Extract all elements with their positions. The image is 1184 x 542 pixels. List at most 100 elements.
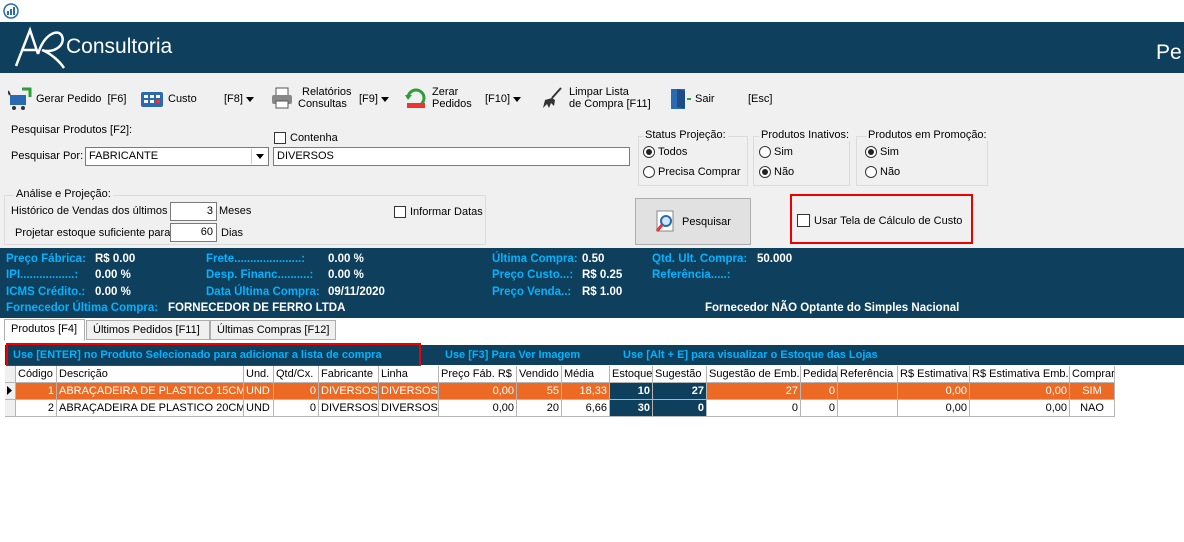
column-header-descricao[interactable]: Descrição [57,366,244,383]
column-header-und[interactable]: Und. [244,366,274,383]
logo-text: Consultoria [66,35,173,58]
status-todos-radio[interactable]: Todos [643,146,687,158]
promocao-nao-radio[interactable]: Não [865,166,900,178]
cell-qtd-cx[interactable]: 0 [274,400,319,417]
table-row[interactable]: 2 ABRAÇADEIRA DE PLASTICO 20CM UND 0 DIVERSO… [5,400,1115,417]
column-header-estoque[interactable]: Estoque [610,366,653,383]
inativos-sim-radio[interactable]: Sim [759,146,793,158]
column-header-qtd-cx[interactable]: Qtd/Cx. [274,366,319,383]
cell-linha[interactable]: DIVERSOS [379,400,439,417]
column-header-vendido[interactable]: Vendido [517,366,562,383]
preco-custo-value: R$ 0.25 [582,269,623,281]
cell-preco-fab[interactable]: 0,00 [439,400,517,417]
cell-codigo[interactable]: 2 [16,400,57,417]
projetar-input[interactable]: 60 [170,223,217,242]
promocao-sim-radio[interactable]: Sim [865,146,899,158]
app-banner: Consultoria Pe [0,22,1184,73]
column-header-estimativa-emb[interactable]: R$ Estimativa Emb. [970,366,1070,383]
cell-sugestao[interactable]: 0 [653,400,707,417]
relatorios-button[interactable]: Relatórios Consultas [270,86,352,110]
custo-button[interactable]: Custo [140,87,197,111]
ipi-value: 0.00 % [95,269,131,281]
cell-vendido[interactable]: 55 [517,383,562,400]
cell-pedida[interactable]: 0 [801,400,838,417]
highlight-hint-outline [6,343,421,367]
gerar-pedido-button[interactable]: Gerar Pedido [F6] [8,87,126,111]
zerar-pedidos-button[interactable]: Zerar Pedidos [404,86,472,110]
inativos-group [753,136,850,186]
column-header-sugestao-emb[interactable]: Sugestão de Emb. [707,366,801,383]
usar-tela-calculo-checkbox[interactable]: Usar Tela de Cálculo de Custo [797,214,962,227]
cell-comprar[interactable]: SIM [1070,383,1115,400]
column-header-codigo[interactable]: Código [16,366,57,383]
column-header-media[interactable]: Média [562,366,610,383]
cell-descricao[interactable]: ABRAÇADEIRA DE PLASTICO 15CM [57,383,244,400]
pesquisar-por-dropdown-button[interactable] [251,149,267,164]
column-header-pedida[interactable]: Pedida [801,366,838,383]
cell-referencia[interactable] [838,383,898,400]
fornecedor-value: FORNECEDOR DE FERRO LTDA [168,302,346,314]
pesquisar-por-select[interactable]: FABRICANTE [85,147,269,166]
column-header-preco-fab[interactable]: Preço Fáb. R$ [439,366,517,383]
tab-ultimas-compras[interactable]: Últimas Compras [F12] [210,320,336,340]
limpar-lista-button[interactable]: Limpar Lista de Compra [F11] [541,86,651,110]
cell-vendido[interactable]: 20 [517,400,562,417]
table-row[interactable]: 1 ABRAÇADEIRA DE PLASTICO 15CM UND 0 DIVERSO… [5,383,1115,400]
inativos-nao-radio[interactable]: Não [759,166,794,178]
column-header-referencia[interactable]: Referência [838,366,898,383]
cell-linha[interactable]: DIVERSOS [379,383,439,400]
cell-descricao[interactable]: ABRAÇADEIRA DE PLASTICO 20CM [57,400,244,417]
cell-media[interactable]: 6,66 [562,400,610,417]
informar-datas-checkbox-box[interactable] [394,206,406,218]
cell-preco-fab[interactable]: 0,00 [439,383,517,400]
qtd-ult-compra-value: 50.000 [757,253,793,265]
tab-ultimos-pedidos[interactable]: Últimos Pedidos [F11] [86,320,210,340]
cell-pedida[interactable]: 0 [801,383,838,400]
cell-media[interactable]: 18,33 [562,383,610,400]
column-header-comprar[interactable]: Comprar [1070,366,1115,383]
contenha-checkbox[interactable]: Contenha [274,132,338,144]
preco-custo-label: Preço Custo...: [492,269,574,281]
cell-estimativa-emb[interactable]: 0,00 [970,383,1070,400]
cell-sugestao-emb[interactable]: 27 [707,383,801,400]
tab-produtos[interactable]: Produtos [F4] [4,319,85,341]
usar-tela-checkbox-box[interactable] [797,214,810,227]
desp-value: 0.00 % [328,269,364,281]
cell-estimativa-emb[interactable]: 0,00 [970,400,1070,417]
cell-estoque[interactable]: 30 [610,400,653,417]
cell-und[interactable]: UND [244,400,274,417]
custo-dropdown[interactable]: [F8] [224,93,254,105]
limpar-label-group: Limpar Lista de Compra [F11] [569,86,651,110]
column-header-estimativa[interactable]: R$ Estimativa [898,366,970,383]
informar-datas-checkbox[interactable]: Informar Datas [394,206,483,218]
cell-estimativa[interactable]: 0,00 [898,400,970,417]
cell-comprar[interactable]: NAO [1070,400,1115,417]
cell-referencia[interactable] [838,400,898,417]
contenha-checkbox-box[interactable] [274,132,286,144]
relatorios-label-line2: Consultas [298,98,347,110]
cell-codigo[interactable]: 1 [16,383,57,400]
column-header-sugestao[interactable]: Sugestão [653,366,707,383]
search-text-input[interactable]: DIVERSOS [273,147,630,166]
cell-fabricante[interactable]: DIVERSOS [319,400,379,417]
cell-sugestao[interactable]: 27 [653,383,707,400]
pesquisar-button[interactable]: Pesquisar [635,198,751,245]
status-precisa-comprar-label: Precisa Comprar [658,166,741,178]
promocao-nao-label: Não [880,166,901,178]
banner-title-fragment: Pe [1156,41,1182,64]
relatorios-dropdown[interactable]: [F9] [359,93,389,105]
column-header-fabricante[interactable]: Fabricante [319,366,379,383]
projetar-unit: Dias [221,227,244,239]
cell-sugestao-emb[interactable]: 0 [707,400,801,417]
cell-qtd-cx[interactable]: 0 [274,383,319,400]
historico-input[interactable]: 3 [170,202,217,221]
sair-button[interactable]: Sair [667,87,715,111]
status-precisa-comprar-radio[interactable]: Precisa Comprar [643,166,741,178]
column-header-linha[interactable]: Linha [379,366,439,383]
cell-estimativa[interactable]: 0,00 [898,383,970,400]
cell-und[interactable]: UND [244,383,274,400]
cell-fabricante[interactable]: DIVERSOS [319,383,379,400]
zerar-dropdown[interactable]: [F10] [485,93,522,105]
cell-estoque[interactable]: 10 [610,383,653,400]
historico-value: 3 [206,205,213,217]
